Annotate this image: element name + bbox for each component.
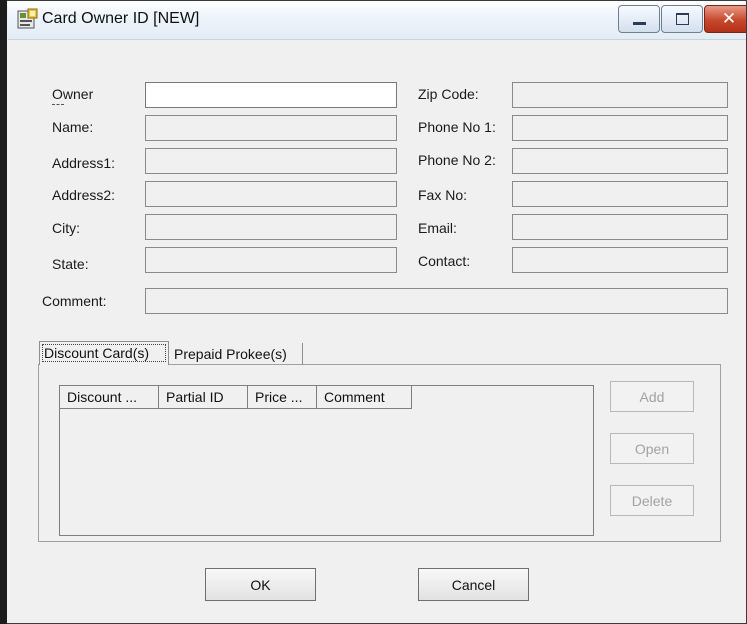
comment-field[interactable] bbox=[145, 288, 728, 314]
contact-field[interactable] bbox=[512, 247, 728, 273]
maximize-icon bbox=[675, 13, 689, 25]
comment-label: Comment: bbox=[42, 293, 107, 309]
cancel-button[interactable]: Cancel bbox=[418, 568, 529, 601]
phone1-label: Phone No 1: bbox=[418, 119, 496, 135]
name-field[interactable] bbox=[145, 115, 397, 141]
minimize-icon bbox=[632, 21, 646, 25]
phone1-field[interactable] bbox=[512, 115, 728, 141]
tab-prepaid-prokees[interactable]: Prepaid Prokee(s) bbox=[170, 343, 303, 365]
email-label: Email: bbox=[418, 220, 457, 236]
ok-button[interactable]: OK bbox=[205, 568, 316, 601]
state-field[interactable] bbox=[145, 247, 397, 273]
window-title: Card Owner ID [NEW] bbox=[42, 10, 200, 27]
title-bar[interactable]: Card Owner ID [NEW] ✕ bbox=[8, 1, 746, 40]
close-icon: ✕ bbox=[721, 8, 737, 29]
maximize-button[interactable] bbox=[661, 5, 703, 33]
address2-field[interactable] bbox=[145, 181, 397, 207]
zip-code-field[interactable] bbox=[512, 82, 728, 108]
phone2-label: Phone No 2: bbox=[418, 152, 496, 168]
city-label: City: bbox=[52, 220, 80, 236]
column-header-comment[interactable]: Comment bbox=[317, 386, 412, 409]
delete-button[interactable]: Delete bbox=[610, 485, 694, 516]
zip-code-label: Zip Code: bbox=[418, 86, 479, 102]
discount-cards-list[interactable]: Discount ... Partial ID Price ... Commen… bbox=[59, 385, 594, 536]
close-button[interactable]: ✕ bbox=[704, 5, 746, 33]
phone2-field[interactable] bbox=[512, 148, 728, 174]
tab-discount-cards[interactable]: Discount Card(s) bbox=[39, 341, 169, 365]
column-header-partial-id[interactable]: Partial ID bbox=[159, 386, 248, 409]
column-header-price[interactable]: Price ... bbox=[248, 386, 317, 409]
address1-label: Address1: bbox=[52, 155, 116, 171]
column-header-discount[interactable]: Discount ... bbox=[60, 386, 159, 409]
name-label: Name: bbox=[52, 119, 94, 135]
fax-label: Fax No: bbox=[418, 187, 468, 203]
card-owner-window: Card Owner ID [NEW] ✕ Owner Name: Addres… bbox=[0, 0, 747, 624]
fax-field[interactable] bbox=[512, 181, 728, 207]
email-field[interactable] bbox=[512, 214, 728, 240]
open-button[interactable]: Open bbox=[610, 433, 694, 464]
add-button[interactable]: Add bbox=[610, 381, 694, 412]
city-field[interactable] bbox=[145, 214, 397, 240]
contact-label: Contact: bbox=[418, 253, 471, 269]
minimize-button[interactable] bbox=[618, 5, 660, 33]
window-left-edge bbox=[0, 0, 7, 624]
address1-field[interactable] bbox=[145, 148, 397, 174]
owner-label-underline bbox=[52, 104, 64, 106]
owner-id-input[interactable] bbox=[145, 82, 397, 108]
state-label: State: bbox=[52, 256, 89, 272]
app-icon bbox=[17, 8, 38, 29]
owner-label: Owner bbox=[52, 86, 94, 102]
address2-label: Address2: bbox=[52, 187, 116, 203]
